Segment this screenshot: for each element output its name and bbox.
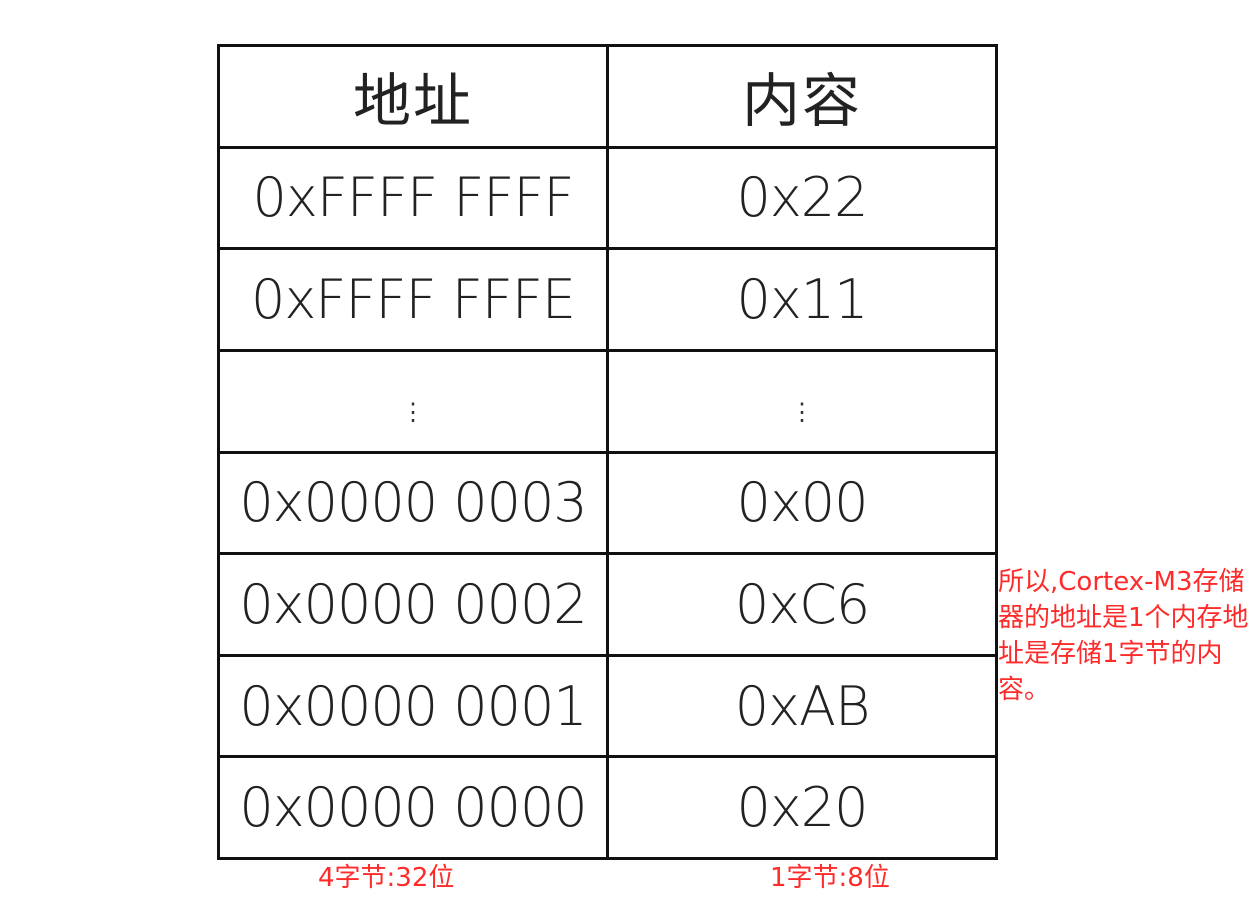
content-cell: 0x22 xyxy=(606,145,998,251)
annotation-note: 所以,Cortex-M3存储器的地址是1个内存地址是存储1字节的内容。 xyxy=(998,567,1249,705)
memory-map-table: 地址 内容 0xFFFF FFFF 0x22 0xFFFF FFFE 0x11 … xyxy=(217,44,998,860)
content-cell: 0x11 xyxy=(606,247,998,352)
table-header-row: 地址 内容 xyxy=(217,44,998,149)
content-width-caption: 1字节:8位 xyxy=(770,863,890,893)
address-cell: 0xFFFF FFFE xyxy=(217,247,609,352)
address-cell: 0x0000 0001 xyxy=(217,653,609,759)
content-header: 内容 xyxy=(606,44,998,149)
content-cell: 0xC6 xyxy=(606,552,998,657)
address-cell: 0xFFFF FFFF xyxy=(217,145,609,251)
content-cell: 0x20 xyxy=(606,755,998,860)
table-row-ellipsis: ⋮ ⋮ xyxy=(217,348,998,454)
table-row: 0xFFFF FFFE 0x11 xyxy=(217,247,998,352)
content-cell: 0x00 xyxy=(606,450,998,556)
address-header: 地址 xyxy=(217,44,609,149)
address-cell: 0x0000 0002 xyxy=(217,552,609,657)
table-row: 0x0000 0003 0x00 xyxy=(217,450,998,556)
vertical-ellipsis-icon: ⋮ xyxy=(401,397,425,426)
address-width-caption: 4字节:32位 xyxy=(318,863,455,893)
table-row: 0x0000 0001 0xAB xyxy=(217,653,998,759)
table-row: 0x0000 0002 0xC6 xyxy=(217,552,998,657)
table-row: 0xFFFF FFFF 0x22 xyxy=(217,145,998,251)
address-cell: 0x0000 0003 xyxy=(217,450,609,556)
vertical-ellipsis-icon: ⋮ xyxy=(790,397,814,426)
address-cell: 0x0000 0000 xyxy=(217,755,609,860)
content-cell: 0xAB xyxy=(606,653,998,759)
table-row: 0x0000 0000 0x20 xyxy=(217,755,998,860)
